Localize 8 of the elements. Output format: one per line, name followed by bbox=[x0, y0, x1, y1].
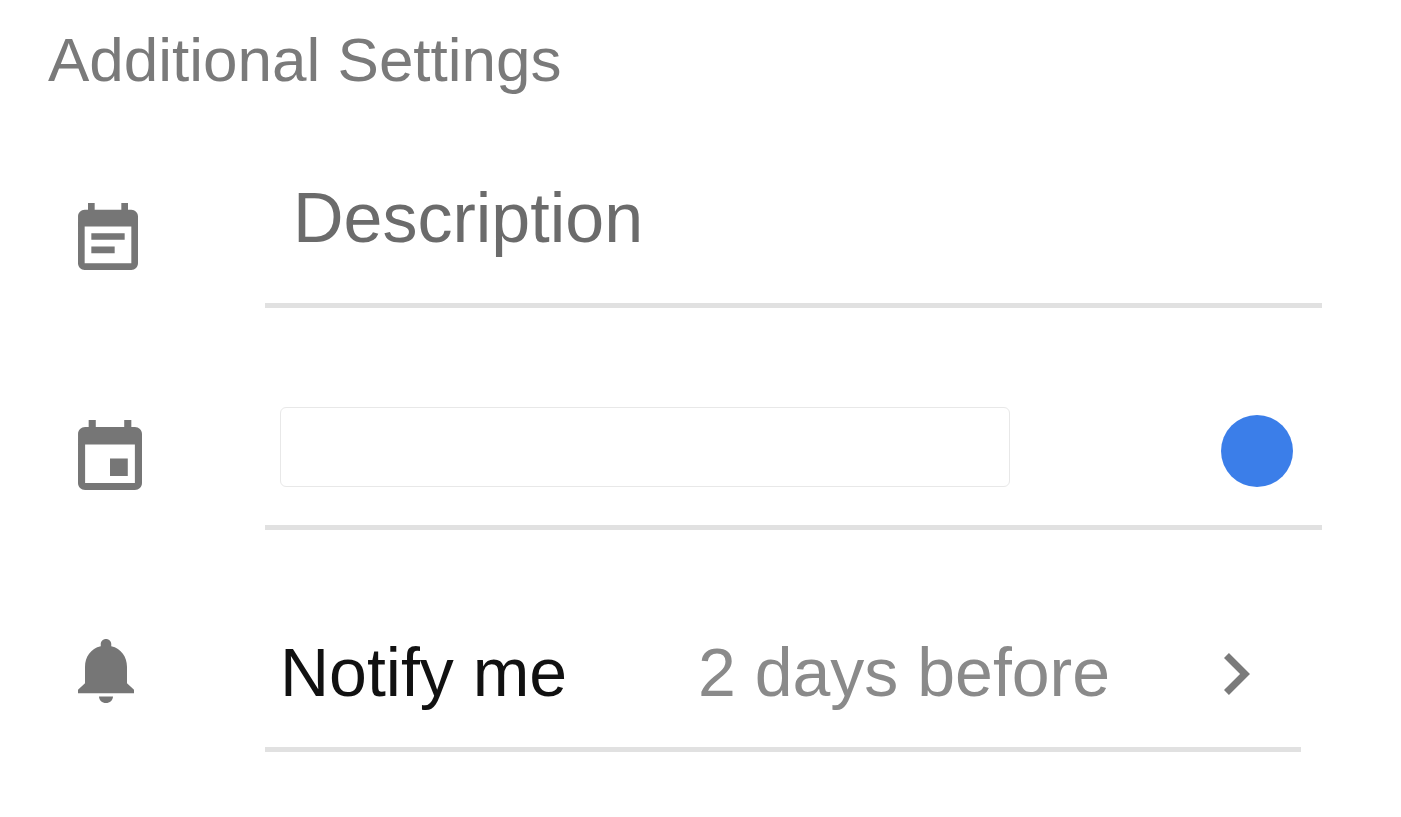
chevron-right-icon[interactable] bbox=[1224, 653, 1250, 695]
notify-label: Notify me bbox=[280, 633, 569, 712]
description-field[interactable]: Description bbox=[265, 178, 1322, 258]
section-title: Additional Settings bbox=[48, 24, 562, 96]
calendar-icon bbox=[78, 420, 142, 490]
calendar-note-icon bbox=[78, 203, 138, 270]
notify-value: 2 days before bbox=[698, 633, 1111, 712]
bell-icon bbox=[78, 639, 134, 703]
